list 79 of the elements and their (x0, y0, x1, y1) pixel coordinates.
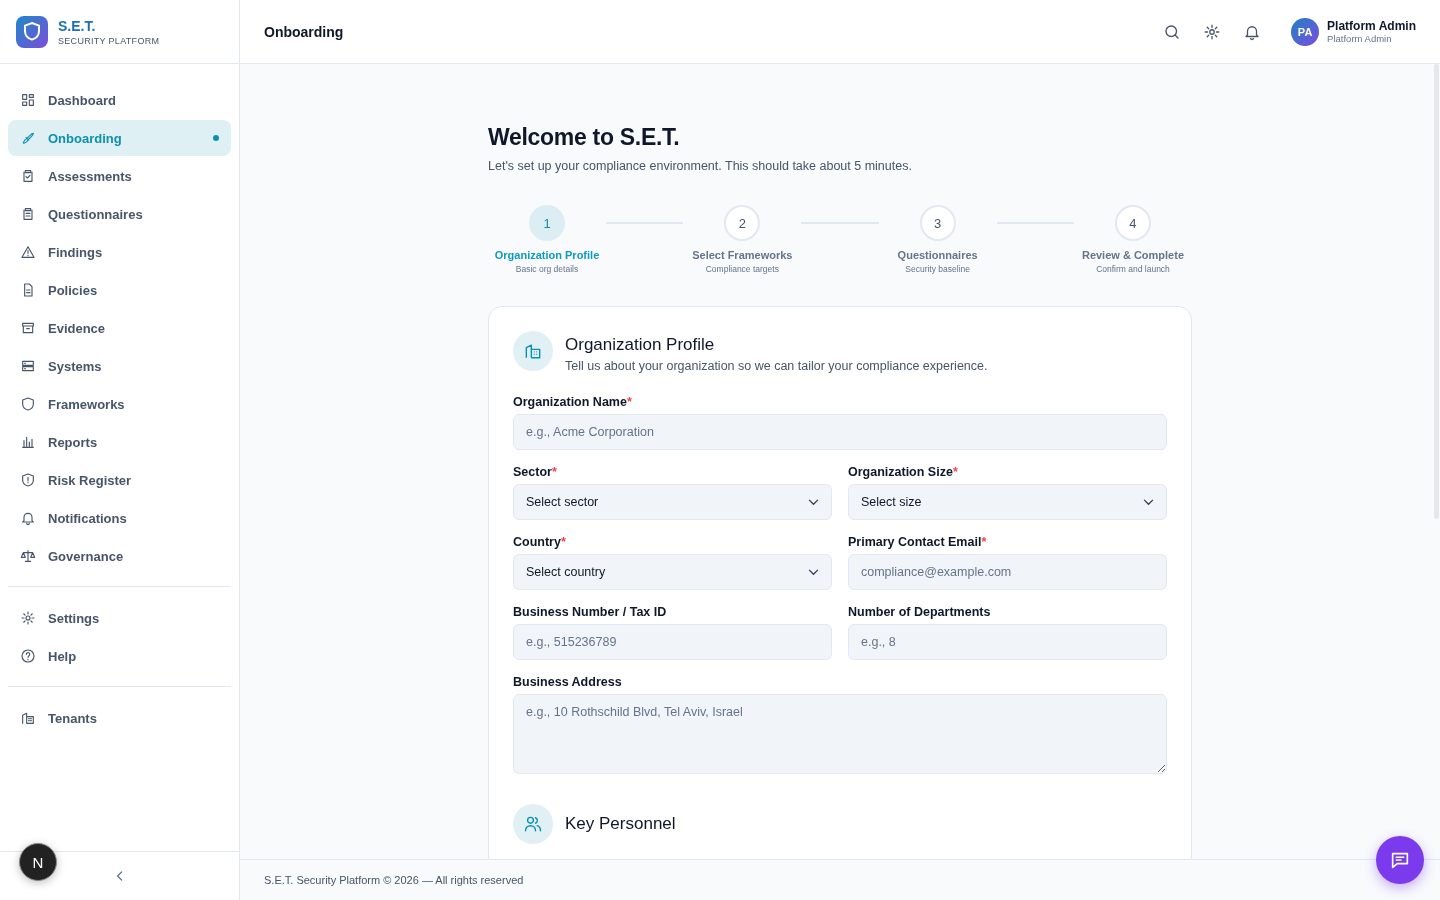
section-title: Key Personnel (565, 814, 676, 834)
people-icon (513, 804, 553, 844)
step-caption: Confirm and launch (1096, 264, 1170, 274)
nav-icon (20, 434, 36, 450)
field-label: Organization Size* (848, 465, 959, 479)
sidebar-item[interactable]: Risk Register (8, 462, 231, 498)
sidebar-item[interactable]: Governance (8, 538, 231, 574)
step-number[interactable]: 2 (724, 205, 761, 241)
step-caption: Basic org details (515, 264, 579, 274)
select-dropdown[interactable]: Select country (513, 554, 832, 590)
step-title: Questionnaires (897, 249, 978, 261)
field-label: Primary Contact Email* (848, 535, 988, 549)
card-description: Tell us about your organization so we can tailor your compliance experience. (565, 359, 988, 373)
step-caption: Security baseline (905, 264, 970, 274)
step-title: Organization Profile (494, 249, 600, 261)
step-title: Review & Complete (1081, 249, 1185, 261)
sidebar-item[interactable]: Systems (8, 348, 231, 384)
sidebar-item[interactable]: Questionnaires (8, 196, 231, 232)
field-label: Sector* (513, 465, 558, 479)
field-label: Business Address (513, 675, 623, 689)
brand-tagline: SECURITY PLATFORM (58, 35, 160, 46)
footer-text: S.E.T. Security Platform © 2026 — All rights reserved (264, 874, 524, 886)
sidebar-item[interactable]: Policies (8, 272, 231, 308)
collapse-chevron-icon[interactable] (115, 870, 124, 882)
step-caption: Compliance targets (705, 264, 779, 274)
nav-icon (20, 92, 36, 108)
user-avatar[interactable]: PA (1291, 17, 1320, 46)
nav-icon (20, 168, 36, 184)
field-label: Organization Name* (513, 395, 633, 409)
input-field[interactable]: e.g., Acme Corporation (513, 414, 1167, 450)
chevron-down-icon (1143, 498, 1154, 506)
sidebar-item[interactable]: Frameworks (8, 386, 231, 422)
field-label: Country* (513, 535, 567, 549)
user-role: Platform Admin (1327, 33, 1393, 44)
nav-icon (20, 206, 36, 222)
nav-icon (20, 320, 36, 336)
textarea-field[interactable]: e.g., 10 Rothschild Blvd, Tel Aviv, Israel (513, 694, 1167, 774)
user-name: Platform Admin (1327, 19, 1416, 33)
field-label: Business Number / Tax ID (513, 605, 668, 619)
chevron-down-icon (808, 498, 819, 506)
nav-icon (20, 396, 36, 412)
nav-icon (20, 648, 36, 664)
building-icon (513, 331, 553, 371)
sidebar-item[interactable]: Notifications (8, 500, 231, 536)
step-number[interactable]: 3 (919, 205, 956, 241)
nav-icon (20, 548, 36, 564)
step-number[interactable]: 4 (1115, 205, 1151, 241)
field-label: Number of Departments (848, 605, 992, 619)
nav-icon (20, 472, 36, 488)
chat-button[interactable] (1376, 836, 1424, 884)
select-dropdown[interactable]: Select size (848, 484, 1167, 520)
sidebar-item[interactable]: Settings (8, 600, 231, 636)
sidebar-item[interactable]: Dashboard (8, 82, 231, 118)
sun-icon[interactable] (1203, 22, 1222, 41)
sidebar-item[interactable]: Reports (8, 424, 231, 460)
page-title: Onboarding (264, 23, 344, 40)
welcome-subtitle: Let's set up your compliance environment. This should take about 5 minutes. (488, 159, 913, 173)
input-field[interactable]: e.g., 8 (848, 624, 1167, 660)
input-field[interactable]: e.g., 515236789 (513, 624, 832, 660)
nav-icon (20, 510, 36, 526)
nav-icon (20, 130, 36, 146)
card-title: Organization Profile (565, 335, 716, 355)
sidebar-item[interactable]: Help (8, 638, 231, 674)
nav-icon (20, 358, 36, 374)
input-field[interactable]: compliance@example.com (848, 554, 1167, 590)
brand-name: S.E.T. (58, 17, 97, 34)
chevron-down-icon (808, 568, 819, 576)
select-dropdown[interactable]: Select sector (513, 484, 832, 520)
sidebar-item[interactable]: Tenants (8, 700, 231, 736)
sidebar-item[interactable]: Findings (8, 234, 231, 270)
shield-logo-icon (16, 15, 48, 48)
sidebar-item[interactable]: Evidence (8, 310, 231, 346)
nav-icon (20, 610, 36, 626)
dev-badge[interactable]: N (19, 843, 57, 881)
nav-icon (20, 244, 36, 260)
step-title: Select Frameworks (692, 249, 793, 261)
welcome-heading: Welcome to S.E.T. (488, 124, 681, 151)
sidebar-item[interactable]: Assessments (8, 158, 231, 194)
nav-icon (20, 710, 36, 726)
